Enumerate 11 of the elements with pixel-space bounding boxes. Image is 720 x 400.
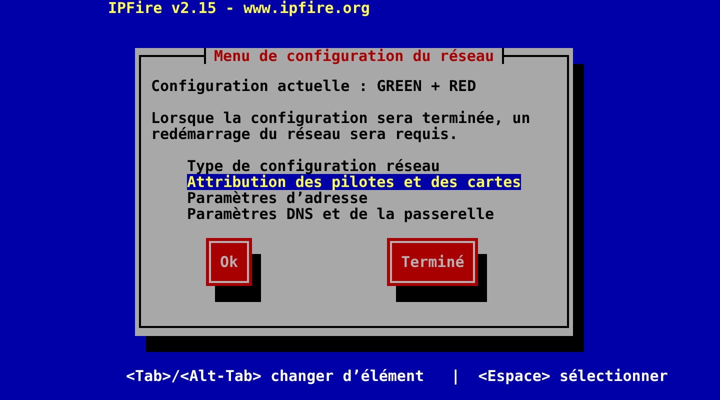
done-button[interactable]: Terminé [387,238,478,286]
dialog-title: Menu de configuration du réseau [204,48,504,64]
menu-item[interactable]: Type de configuration réseau [187,158,440,174]
menu-item[interactable]: Attribution des pilotes et des cartes [187,174,522,190]
current-configuration-text: Configuration actuelle : GREEN + RED [151,78,476,94]
header-title: IPFire v2.15 - www.ipfire.org [107,0,370,16]
menu-item[interactable]: Paramètres DNS et de la passerelle [187,206,494,222]
ok-button[interactable]: Ok [206,238,252,286]
menu-item[interactable]: Paramètres d’adresse [187,190,368,206]
message-text: Lorsque la configuration sera terminée, un redémarrage du réseau sera requis. [151,110,532,142]
help-line: <Tab>/<Alt-Tab> changer d’élément | <Espace> sélectionner [125,368,668,384]
